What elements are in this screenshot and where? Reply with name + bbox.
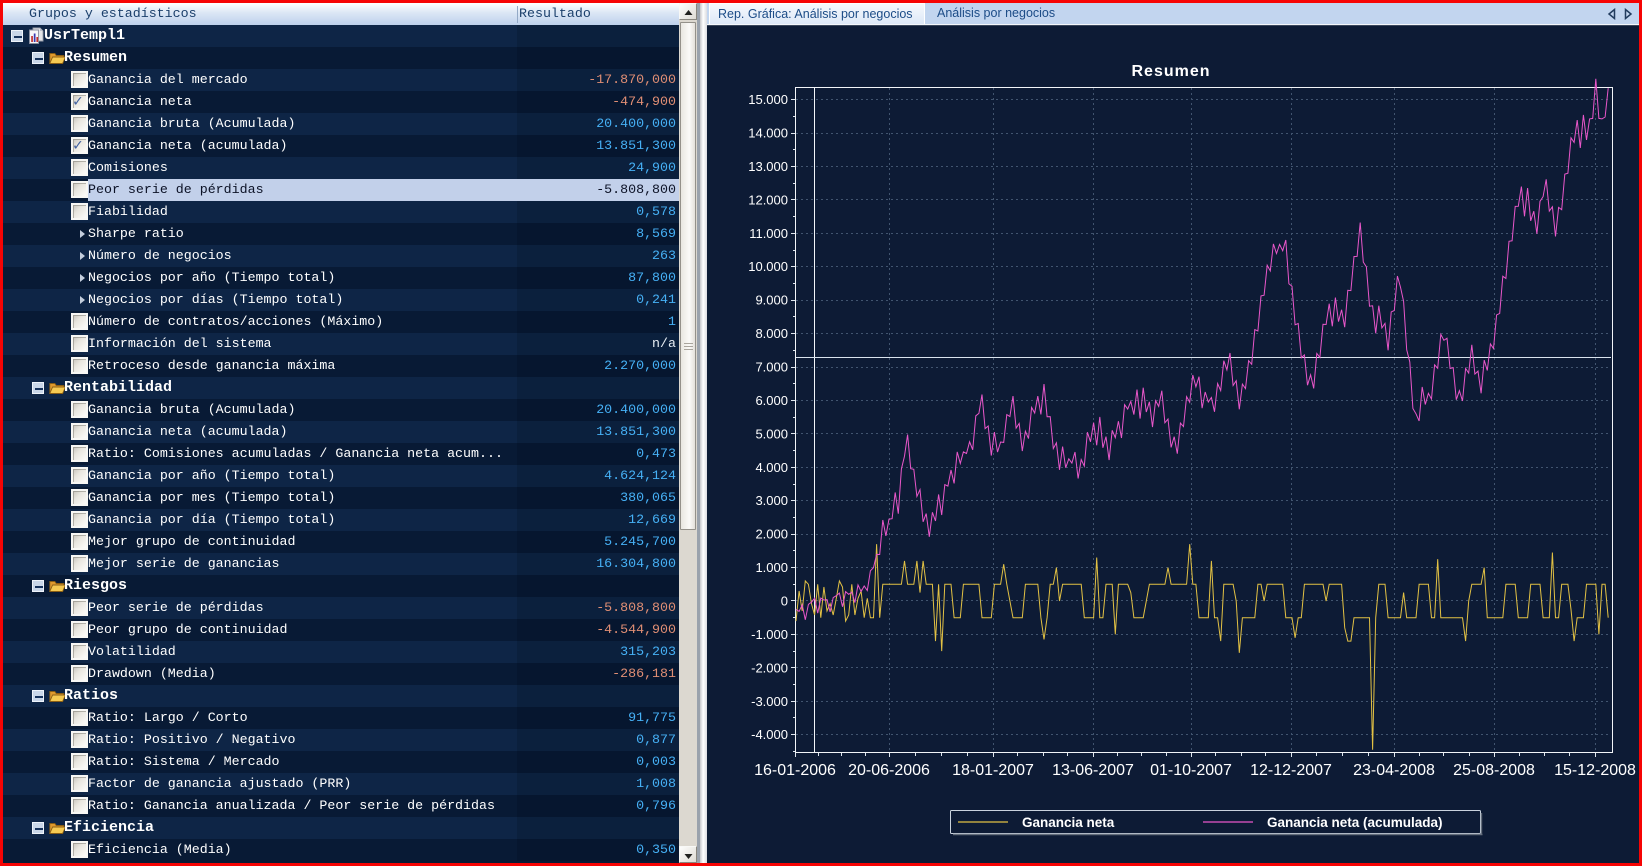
svg-text:15-12-2008: 15-12-2008	[1554, 762, 1636, 779]
svg-text:16-01-2006: 16-01-2006	[754, 762, 836, 779]
svg-text:12.000: 12.000	[748, 192, 788, 207]
svg-text:11.000: 11.000	[749, 226, 788, 241]
svg-text:20-06-2006: 20-06-2006	[848, 762, 930, 779]
svg-text:0: 0	[781, 594, 788, 609]
svg-text:Ganancia neta (acumulada): Ganancia neta (acumulada)	[1267, 815, 1443, 830]
svg-text:9.000: 9.000	[755, 293, 788, 308]
svg-text:10.000: 10.000	[748, 259, 788, 274]
svg-text:5.000: 5.000	[755, 426, 788, 441]
svg-text:25-08-2008: 25-08-2008	[1453, 762, 1535, 779]
svg-text:18-01-2007: 18-01-2007	[952, 762, 1034, 779]
svg-text:12-12-2007: 12-12-2007	[1250, 762, 1332, 779]
svg-text:7.000: 7.000	[755, 360, 788, 375]
svg-text:15.000: 15.000	[748, 92, 788, 107]
svg-text:2.000: 2.000	[755, 527, 788, 542]
svg-text:Resumen: Resumen	[1131, 63, 1210, 80]
svg-text:23-04-2008: 23-04-2008	[1353, 762, 1435, 779]
svg-text:4.000: 4.000	[755, 460, 788, 475]
svg-text:-4.000: -4.000	[751, 727, 788, 742]
svg-text:-1.000: -1.000	[751, 627, 788, 642]
svg-text:-2.000: -2.000	[751, 660, 788, 675]
svg-text:8.000: 8.000	[755, 326, 788, 341]
svg-text:1.000: 1.000	[755, 560, 788, 575]
svg-text:13.000: 13.000	[748, 159, 788, 174]
svg-text:-3.000: -3.000	[751, 694, 788, 709]
svg-text:01-10-2007: 01-10-2007	[1150, 762, 1232, 779]
svg-text:3.000: 3.000	[755, 493, 788, 508]
svg-text:14.000: 14.000	[748, 126, 788, 141]
svg-text:6.000: 6.000	[755, 393, 788, 408]
svg-text:13-06-2007: 13-06-2007	[1052, 762, 1134, 779]
svg-text:Ganancia neta: Ganancia neta	[1022, 815, 1115, 830]
